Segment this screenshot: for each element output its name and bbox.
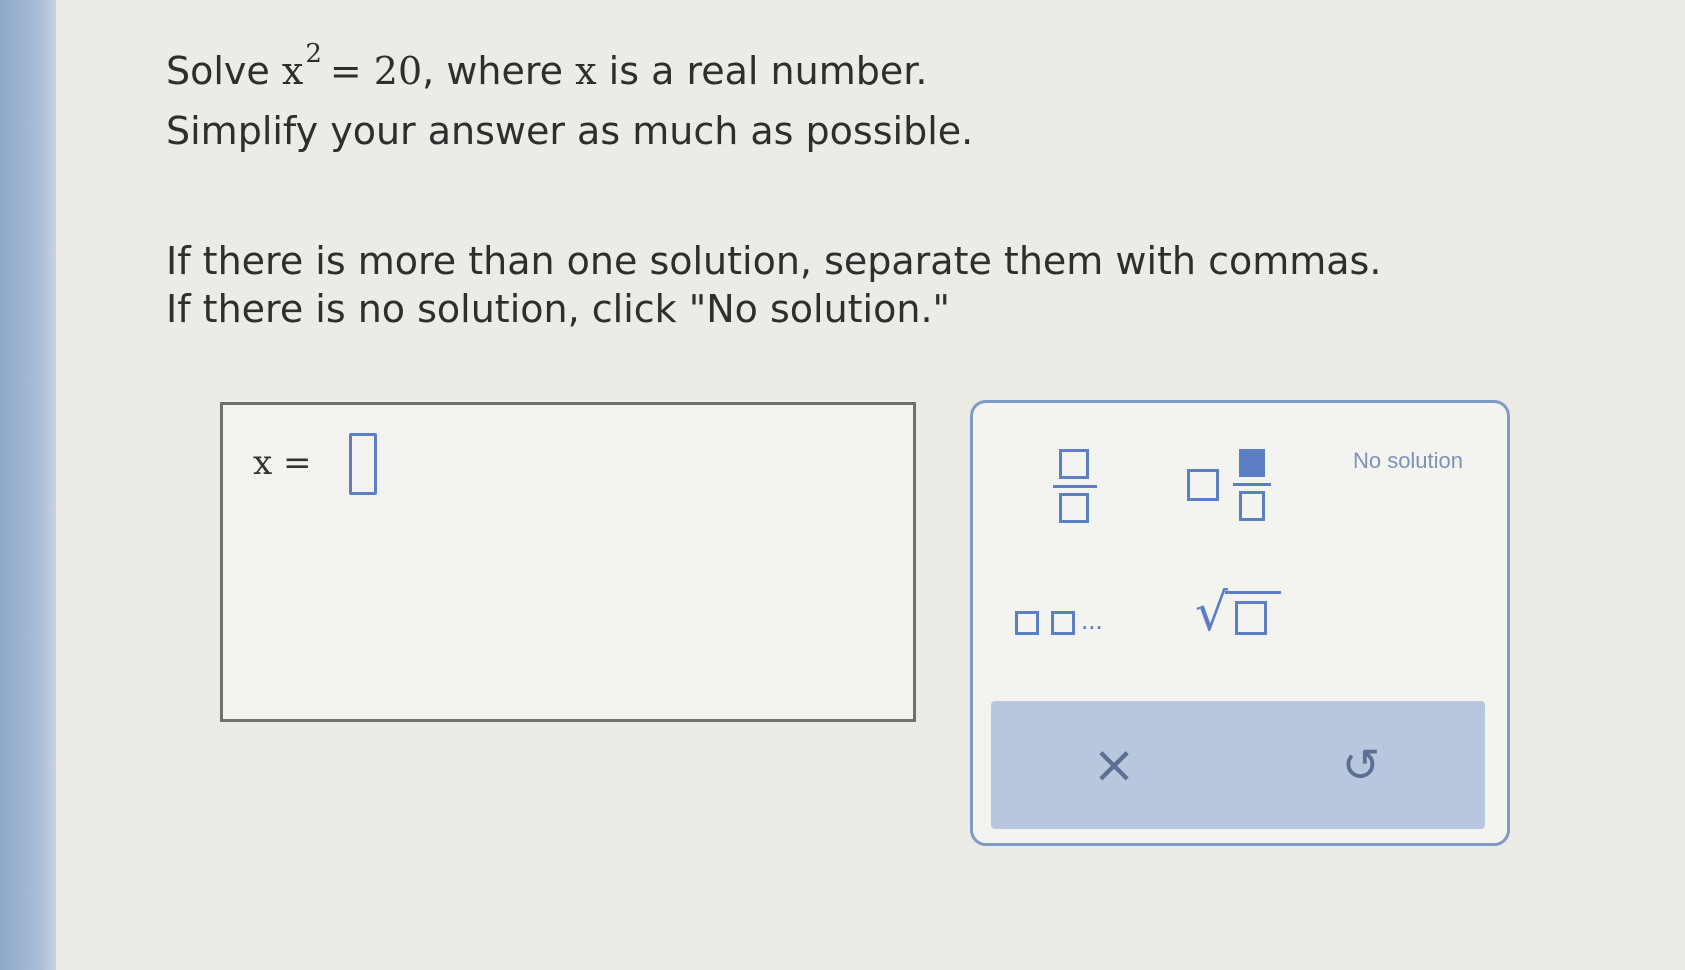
answer-label: x = — [253, 443, 312, 483]
comma-list-button[interactable]: ... — [1015, 593, 1135, 653]
equation-variable: x — [281, 49, 304, 93]
answer-input[interactable] — [349, 433, 377, 495]
question-content: Solve x2 = 20, where x is a real number. … — [0, 0, 1685, 970]
equation-exponent: 2 — [305, 39, 322, 69]
sqrt-symbol: √ — [1195, 583, 1229, 643]
square-root-button[interactable]: √ — [1195, 583, 1285, 655]
math-palette: No solution ... √ × ↺ — [970, 400, 1510, 846]
solve-word: Solve — [166, 49, 270, 93]
undo-button[interactable]: ↺ — [1316, 725, 1406, 805]
equation-rhs: = 20 — [329, 49, 423, 93]
real-number-text: is a real number. — [608, 49, 928, 93]
simplify-instruction: Simplify your answer as much as possible… — [166, 109, 974, 153]
close-icon: × — [1092, 735, 1136, 795]
clear-button[interactable]: × — [1069, 725, 1159, 805]
where-text: , where — [422, 49, 564, 93]
answer-area: x = — [220, 402, 916, 722]
no-solution-instruction: If there is no solution, click "No solut… — [166, 287, 951, 331]
undo-icon: ↺ — [1341, 738, 1381, 792]
question-prompt: Solve x2 = 20, where x is a real number. — [166, 39, 928, 99]
mixed-number-button[interactable] — [1187, 443, 1287, 523]
list-dots: ... — [1081, 605, 1103, 635]
no-solution-button[interactable]: No solution — [1343, 445, 1473, 515]
variable-reference: x — [575, 49, 597, 93]
no-solution-label: No solution — [1352, 448, 1464, 473]
multiple-solutions-instruction: If there is more than one solution, sepa… — [166, 239, 1382, 283]
fraction-button[interactable] — [1045, 443, 1105, 523]
action-bar: × ↺ — [991, 701, 1485, 829]
